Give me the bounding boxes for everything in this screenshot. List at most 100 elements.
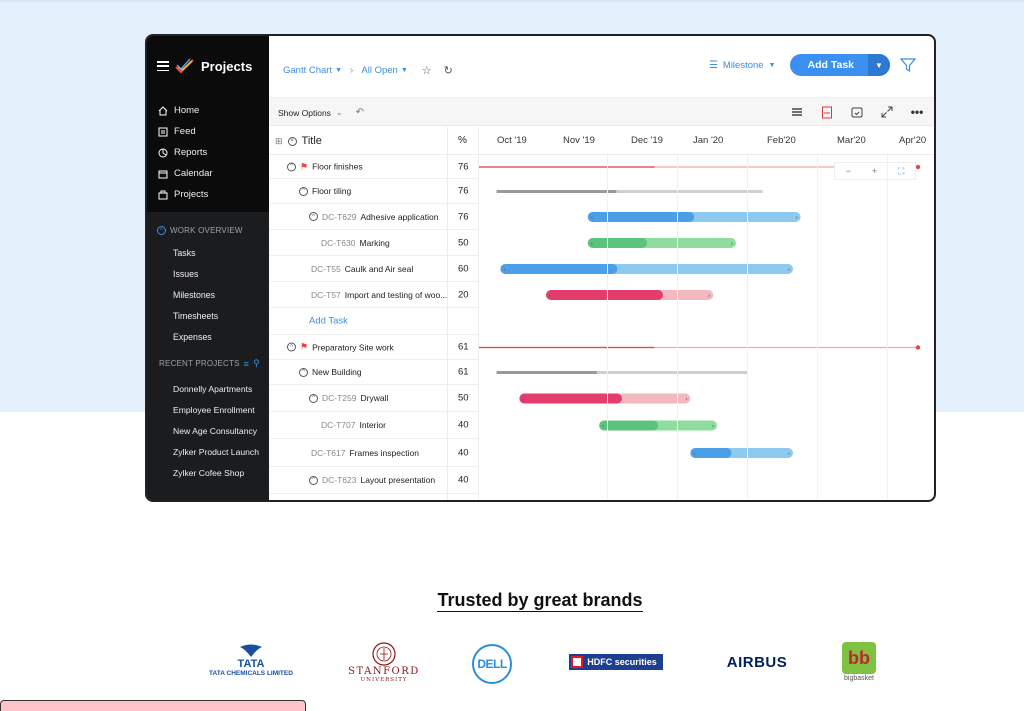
wo-item-timesheets[interactable]: Timesheets (173, 306, 269, 327)
chat-widget-tab[interactable] (0, 700, 306, 711)
table-row[interactable]: DC-T55 Caulk and Air seal 60 (269, 256, 479, 282)
task-progress (587, 212, 695, 222)
pdf-export-icon[interactable] (820, 105, 834, 119)
nav-feed[interactable]: Feed (157, 121, 269, 142)
wo-item-milestones[interactable]: Milestones (173, 284, 269, 305)
nav-home[interactable]: Home (157, 100, 269, 121)
collapse-icon[interactable]: ^ (299, 186, 308, 196)
stanford-seal-icon (372, 642, 396, 666)
chevron-down-icon: ▼ (335, 67, 343, 74)
recent-project-item[interactable]: Zylker Cofee Shop (173, 463, 269, 484)
fit-to-screen-icon[interactable]: ⛶ (898, 166, 904, 177)
nav-projects[interactable]: Projects (157, 184, 269, 205)
drag-handle-start-icon[interactable]: ‹ (693, 451, 695, 458)
star-icon[interactable]: ☆ (422, 64, 432, 77)
wo-item-tasks[interactable]: Tasks (173, 242, 269, 263)
recent-project-item[interactable]: New Age Consultancy (173, 420, 269, 441)
drag-handle-end-icon[interactable]: › (795, 215, 797, 222)
hamburger-menu-icon[interactable] (157, 61, 169, 71)
table-row[interactable]: DC-T57 Import and testing of woo... 20 (269, 282, 479, 308)
collapse-icon[interactable]: ^ (309, 393, 318, 403)
hdfc-logo: HDFC securities (562, 654, 670, 670)
task-name: Adhesive application (360, 211, 439, 222)
add-task-link[interactable]: Add Task (309, 316, 348, 327)
recent-project-item[interactable]: Zylker Product Launch (173, 442, 269, 463)
month-label: Feb'20 (767, 135, 796, 146)
collapse-icon[interactable]: ^ (309, 475, 318, 485)
add-task-dropdown[interactable]: ▼ (868, 54, 890, 76)
wo-item-issues[interactable]: Issues (173, 263, 269, 284)
add-task-button[interactable]: Add Task ▼ (789, 54, 890, 76)
table-row[interactable]: DC-T617 Frames inspection 40 (269, 439, 479, 467)
nav-home-label: Home (174, 105, 200, 116)
tata-subtitle: TATA CHEMICALS LIMITED (209, 670, 293, 677)
show-options-toggle[interactable]: Show Options ⌄ ↶ (278, 107, 364, 118)
milestone-selector[interactable]: ☰ Milestone ▼ (709, 60, 776, 71)
table-row[interactable]: DC-T630 Marking 50 (269, 230, 479, 256)
calendar-view-icon[interactable] (850, 105, 864, 119)
task-name: Floor tiling (312, 186, 352, 196)
drag-handle-start-icon[interactable]: ‹ (591, 241, 593, 248)
title-column-header[interactable]: ⊞ × Title (275, 135, 322, 147)
collapse-icon[interactable]: ^ (299, 367, 308, 377)
group-toggle-icon[interactable]: ⊞ (275, 136, 283, 147)
dell-mark: DELL (472, 644, 512, 684)
drag-handle-end-icon[interactable]: › (788, 451, 790, 458)
filter-icon[interactable] (900, 57, 916, 73)
row-title: ^ DC-T259 Drywall (309, 393, 388, 403)
collapse-all-icon[interactable]: × (287, 136, 297, 146)
drag-handle-end-icon[interactable]: › (788, 267, 790, 274)
recent-project-item[interactable]: Donnelly Apartments (173, 378, 269, 399)
stanford-logo: STANFORD UNIVERSITY (344, 642, 424, 683)
table-row[interactable]: DC-T707 Interior 40 (269, 412, 479, 439)
zoom-out-button[interactable]: − (846, 166, 851, 176)
view-selector[interactable]: Gantt Chart ▼ (283, 65, 342, 76)
tata-name: TATA (237, 658, 265, 670)
table-row[interactable]: ^ ⚑ Preparatory Site work 61 (269, 335, 479, 360)
filter-selector[interactable]: All Open ▼ (361, 65, 407, 76)
wo-item-expenses[interactable]: Expenses (173, 327, 269, 348)
brand: Projects (157, 58, 252, 74)
search-icon[interactable]: ⚲ (253, 358, 260, 369)
nav-calendar[interactable]: Calendar (157, 163, 269, 184)
table-row[interactable]: Add Task (269, 308, 479, 335)
table-row[interactable]: ^ New Building 61 (269, 360, 479, 385)
undo-icon[interactable]: ↶ (356, 107, 364, 118)
drag-handle-end-icon[interactable]: › (731, 241, 733, 248)
collapse-icon[interactable]: ^ (287, 162, 296, 171)
drag-handle-end-icon[interactable]: › (685, 396, 687, 403)
breadcrumb: Gantt Chart ▼ › All Open ▼ ☆ ↻ (283, 64, 453, 77)
table-row[interactable]: ^ DC-T259 Drywall 50 (269, 385, 479, 412)
drag-handle-start-icon[interactable]: ‹ (549, 293, 551, 300)
expand-icon[interactable] (880, 105, 894, 119)
layers-icon[interactable] (790, 105, 804, 119)
work-overview-heading[interactable]: ^ WORK OVERVIEW (157, 226, 269, 235)
nav-reports[interactable]: Reports (157, 142, 269, 163)
more-options-icon[interactable]: ••• (910, 105, 924, 119)
drag-handle-end-icon[interactable]: › (708, 293, 710, 300)
table-row[interactable]: ^ DC-T629 Adhesive application 76 (269, 204, 479, 230)
task-progress (587, 238, 648, 248)
zoom-in-button[interactable]: + (872, 166, 877, 176)
collapse-icon[interactable]: ^ (309, 212, 318, 221)
filter-list-icon[interactable]: ≡ (244, 359, 249, 369)
recent-project-item[interactable]: Employee Enrollment (173, 399, 269, 420)
month-label: Dec '19 (631, 135, 663, 146)
table-row[interactable]: ^ ⚑ Floor finishes 76 (269, 155, 479, 179)
feed-icon (157, 126, 168, 137)
table-row[interactable]: ^ Floor tiling 76 (269, 179, 479, 204)
summary-progress (496, 371, 597, 374)
table-row[interactable]: ^ DC-T623 Layout presentation 40 (269, 467, 479, 494)
row-percent: 76 (458, 185, 469, 197)
task-code: DC-T617 (311, 447, 346, 458)
drag-handle-start-icon[interactable]: ‹ (602, 423, 604, 430)
app-window: Projects Home Feed Reports Calendar Proj… (145, 34, 936, 502)
row-title: DC-T57 Import and testing of woo... (311, 290, 447, 300)
refresh-icon[interactable]: ↻ (444, 64, 453, 77)
drag-handle-end-icon[interactable]: › (712, 423, 714, 430)
row-title: DC-T55 Caulk and Air seal (311, 264, 413, 274)
drag-handle-start-icon[interactable]: ‹ (522, 396, 524, 403)
drag-handle-start-icon[interactable]: ‹ (591, 215, 593, 222)
drag-handle-start-icon[interactable]: ‹ (503, 267, 505, 274)
collapse-icon[interactable]: ^ (287, 342, 296, 352)
